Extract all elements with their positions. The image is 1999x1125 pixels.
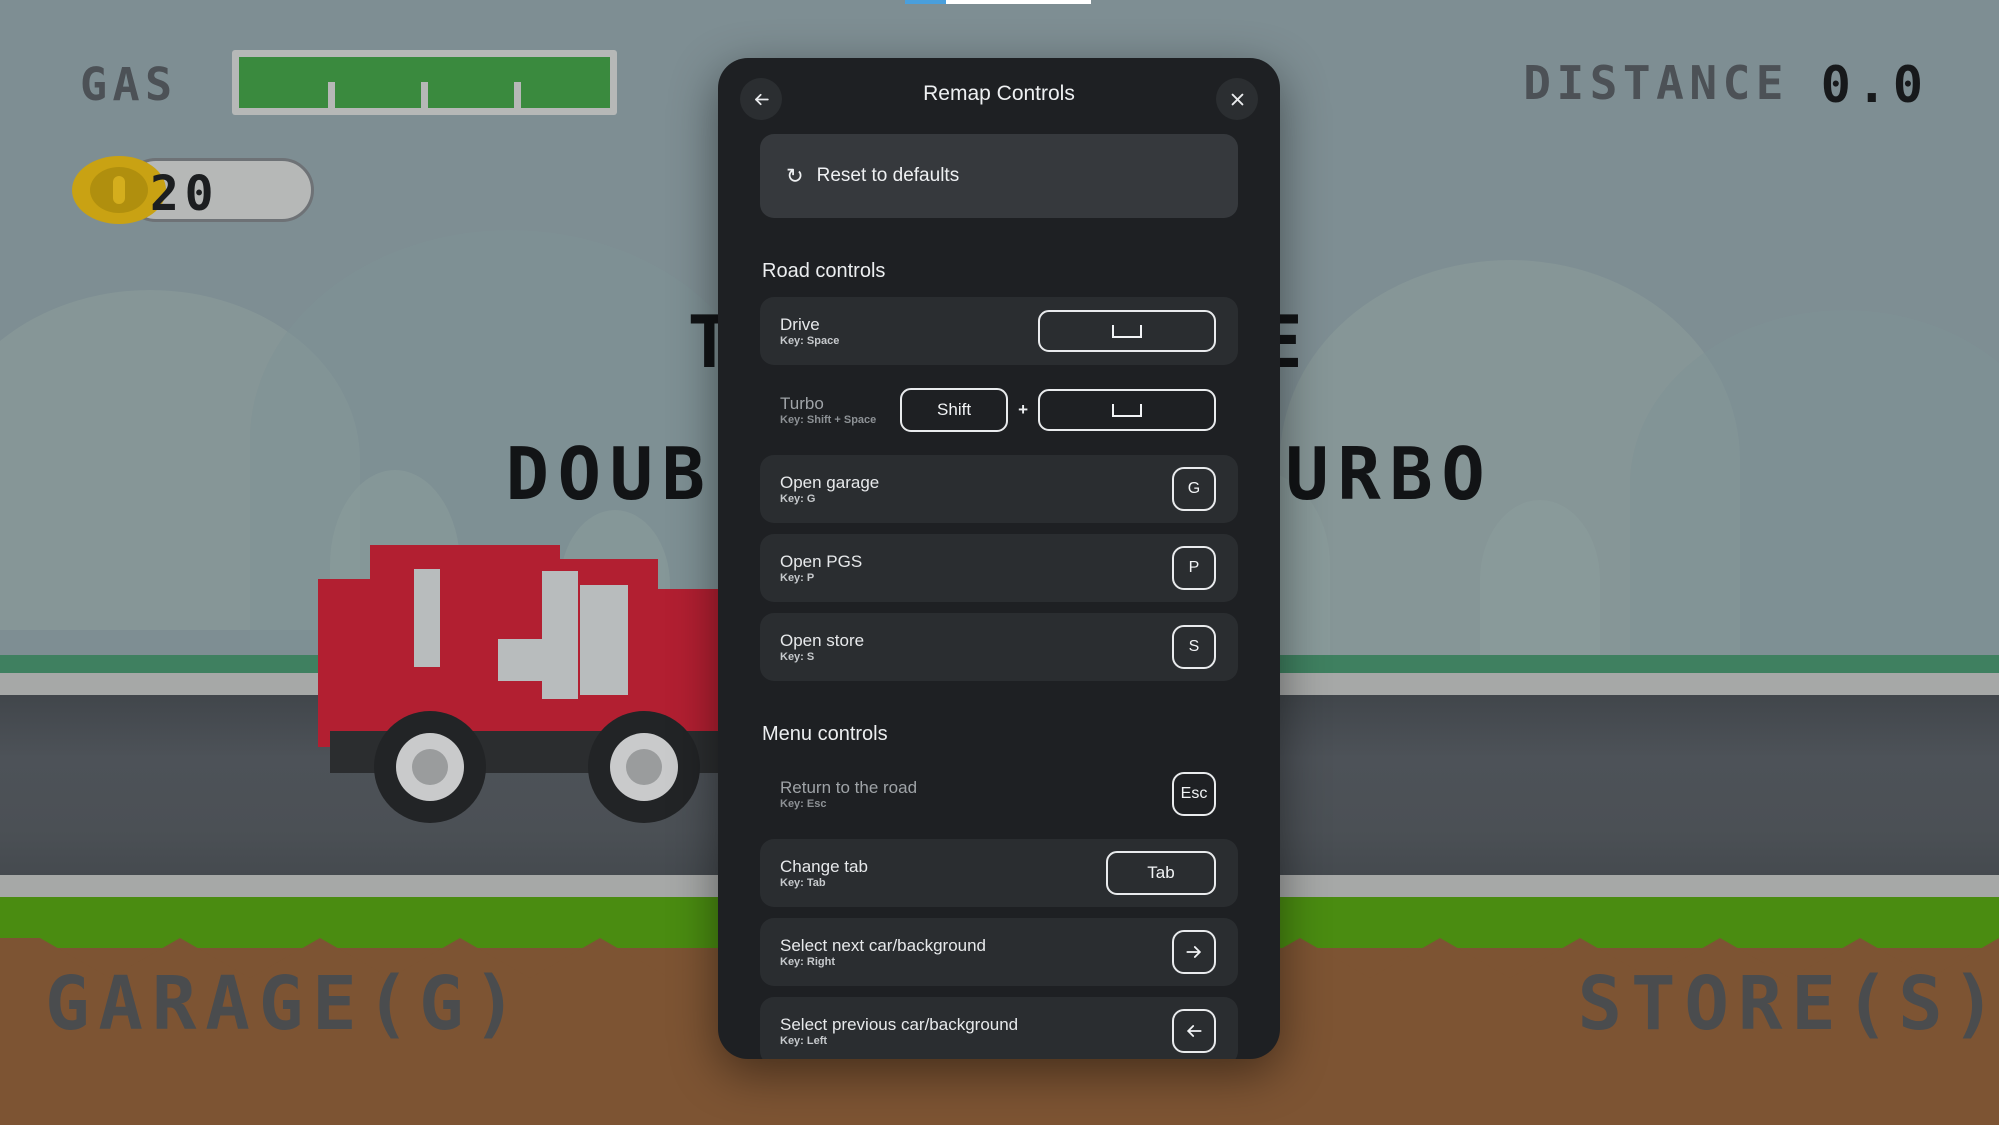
spacebar-icon <box>1112 403 1142 417</box>
arrow-right-icon <box>1186 946 1201 958</box>
control-row[interactable]: Select previous car/background Key: Left <box>760 997 1238 1059</box>
reset-to-defaults-button[interactable]: ↻ Reset to defaults <box>760 134 1238 218</box>
key-button-esc[interactable]: Esc <box>1172 772 1216 816</box>
control-row[interactable]: Drive Key: Space <box>760 297 1238 365</box>
bush-shape <box>1480 500 1600 660</box>
control-key-group <box>1172 930 1216 974</box>
control-key-hint: Key: S <box>780 650 815 663</box>
control-key-hint: Key: P <box>780 571 815 584</box>
control-action-label: Drive <box>780 314 820 334</box>
distance-value: 0.0 <box>1820 56 1929 114</box>
key-button-shift[interactable]: Shift <box>900 388 1009 432</box>
control-key-group: Esc <box>1172 772 1216 816</box>
control-row-text: Change tab Key: Tab <box>780 858 868 889</box>
gas-meter-fill <box>239 57 610 108</box>
control-key-group <box>1172 1009 1216 1053</box>
gas-meter <box>232 50 617 115</box>
control-row[interactable]: Open store Key: S S <box>760 613 1238 681</box>
dialog-title: Remap Controls <box>923 82 1075 105</box>
control-key-group: Tab <box>1106 851 1216 895</box>
control-row-text: Drive Key: Space <box>780 316 839 347</box>
control-row-text: Open garage Key: G <box>780 474 879 505</box>
arrow-left-icon <box>1187 1025 1202 1037</box>
key-button-arrow-right-icon[interactable] <box>1172 930 1216 974</box>
section-title: Road controls <box>762 260 886 282</box>
key-button-tab[interactable]: Tab <box>1106 851 1216 895</box>
key-button-arrow-left-icon[interactable] <box>1172 1009 1216 1053</box>
dialog-header: Remap Controls <box>718 58 1280 134</box>
control-key-group: Shift + <box>900 388 1216 432</box>
control-key-group: P <box>1172 546 1216 590</box>
control-action-label: Select next car/background <box>780 935 987 955</box>
control-action-label: Change tab <box>780 856 868 876</box>
garage-button[interactable]: GARAGE(G) <box>45 961 526 1047</box>
control-row-text: Open PGS Key: P <box>780 553 862 584</box>
spacebar-icon <box>1112 324 1142 338</box>
control-row-text: Select next car/background Key: Right <box>780 937 986 968</box>
control-row-text: Return to the road Key: Esc <box>780 779 917 810</box>
key-button-s[interactable]: S <box>1172 625 1216 669</box>
key-button-space[interactable] <box>1038 310 1216 352</box>
control-action-label: Select previous car/background <box>780 1014 1019 1034</box>
control-action-label: Open PGS <box>780 551 863 571</box>
section-title: Menu controls <box>762 723 888 745</box>
gas-label: GAS <box>80 58 178 111</box>
control-key-group <box>1038 310 1216 352</box>
control-key-hint: Key: Tab <box>780 876 826 889</box>
page-loading-bar <box>905 0 1091 4</box>
control-action-label: Open store <box>780 630 865 650</box>
key-combo-plus: + <box>1018 400 1028 419</box>
control-key-hint: Key: G <box>780 492 816 505</box>
control-key-hint: Key: Esc <box>780 797 827 810</box>
control-action-label: Return to the road <box>780 777 918 797</box>
key-button-p[interactable]: P <box>1172 546 1216 590</box>
reset-to-defaults-label: Reset to defaults <box>816 165 960 186</box>
control-key-hint: Key: Right <box>780 955 835 968</box>
control-key-group: S <box>1172 625 1216 669</box>
control-key-hint: Key: Space <box>780 334 840 347</box>
dialog-body[interactable]: ↻ Reset to defaults Road controls Drive Ke… <box>718 134 1280 1059</box>
rotate-ccw-icon: ↻ <box>786 164 804 188</box>
control-row[interactable]: Open PGS Key: P P <box>760 534 1238 602</box>
control-key-group: G <box>1172 467 1216 511</box>
remap-controls-dialog: Remap Controls ↻ Reset to defaults Road … <box>718 58 1280 1059</box>
control-row[interactable]: Change tab Key: Tab Tab <box>760 839 1238 907</box>
control-action-label: Open garage <box>780 472 880 492</box>
key-button-space[interactable] <box>1038 389 1216 431</box>
control-row-text: Open store Key: S <box>780 632 864 663</box>
distance-label: DISTANCE <box>1523 56 1789 110</box>
close-icon <box>1231 93 1243 105</box>
control-row[interactable]: Select next car/background Key: Right <box>760 918 1238 986</box>
control-row[interactable]: Turbo Key: Shift + Space Shift + <box>760 376 1238 444</box>
control-key-hint: Key: Left <box>780 1034 828 1047</box>
close-button[interactable] <box>1216 78 1258 120</box>
key-button-g[interactable]: G <box>1172 467 1216 511</box>
control-row[interactable]: Open garage Key: G G <box>760 455 1238 523</box>
control-row-text: Turbo Key: Shift + Space <box>780 395 876 426</box>
control-key-hint: Key: Shift + Space <box>780 413 877 426</box>
store-button[interactable]: STORE(S) <box>1578 961 1999 1047</box>
control-row[interactable]: Return to the road Key: Esc Esc <box>760 760 1238 828</box>
control-row-text: Select previous car/background Key: Left <box>780 1016 1018 1047</box>
control-action-label: Turbo <box>780 393 824 413</box>
page-loading-bar-fill <box>905 0 946 4</box>
player-car <box>318 545 738 823</box>
coin-count: 20 <box>150 166 220 222</box>
